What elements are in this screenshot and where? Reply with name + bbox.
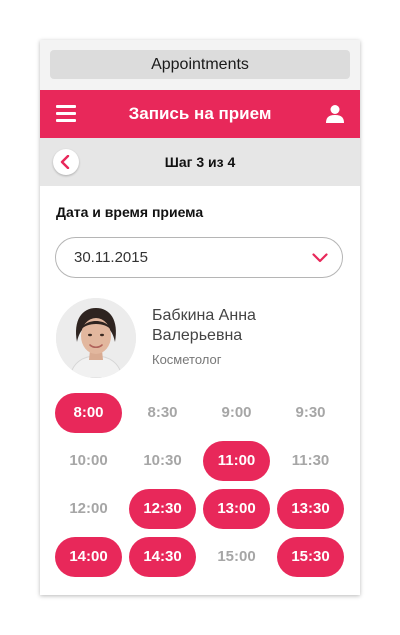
time-slot-button[interactable]: 14:00	[55, 537, 122, 577]
person-photo-icon	[56, 298, 136, 378]
time-slot-button: 15:00	[217, 548, 256, 565]
time-slot-button[interactable]: 13:00	[203, 489, 270, 529]
time-slot-button: 10:30	[143, 452, 182, 469]
hamburger-menu-icon[interactable]	[56, 105, 76, 123]
time-slot-button: 10:00	[69, 452, 108, 469]
app-header: Запись на прием	[40, 90, 360, 138]
time-slot-button[interactable]: 15:30	[277, 537, 344, 577]
time-slot-button: 12:00	[69, 500, 108, 517]
step-bar: Шаг 3 из 4	[40, 138, 360, 186]
time-slot-button: 8:30	[147, 404, 178, 421]
back-button[interactable]	[53, 149, 79, 175]
section-label: Дата и время приема	[56, 204, 204, 220]
time-slot-button: 11:30	[291, 452, 330, 469]
page-title: Запись на прием	[128, 104, 272, 123]
specialist-avatar	[56, 298, 136, 378]
time-slot-button[interactable]: 13:30	[277, 489, 344, 529]
app-frame: Appointments Запись на прием Шаг 3 из 4 …	[40, 40, 360, 595]
chevron-down-icon	[312, 253, 328, 263]
specialist-role: Косметолог	[152, 352, 222, 367]
step-indicator: Шаг 3 из 4	[164, 154, 236, 170]
time-slot-button: 9:00	[221, 404, 252, 421]
time-slot-button[interactable]: 11:00	[203, 441, 270, 481]
date-value: 30.11.2015	[74, 249, 148, 266]
date-dropdown[interactable]: 30.11.2015	[55, 237, 343, 278]
window-titlebar: Appointments	[40, 40, 360, 90]
window-title: Appointments	[50, 50, 350, 79]
specialist-name: Бабкина Анна Валерьевна	[152, 307, 256, 344]
user-icon[interactable]	[325, 104, 345, 124]
time-slot-button[interactable]: 12:30	[129, 489, 196, 529]
time-slot-button: 9:30	[295, 404, 326, 421]
time-slot-grid: 8:00 8:30 9:00 9:30 10:00 10:30 11:00 11:30 12:0…	[55, 393, 345, 583]
chevron-left-icon	[60, 155, 70, 169]
time-slot-button[interactable]: 14:30	[129, 537, 196, 577]
time-slot-button[interactable]: 8:00	[55, 393, 122, 433]
